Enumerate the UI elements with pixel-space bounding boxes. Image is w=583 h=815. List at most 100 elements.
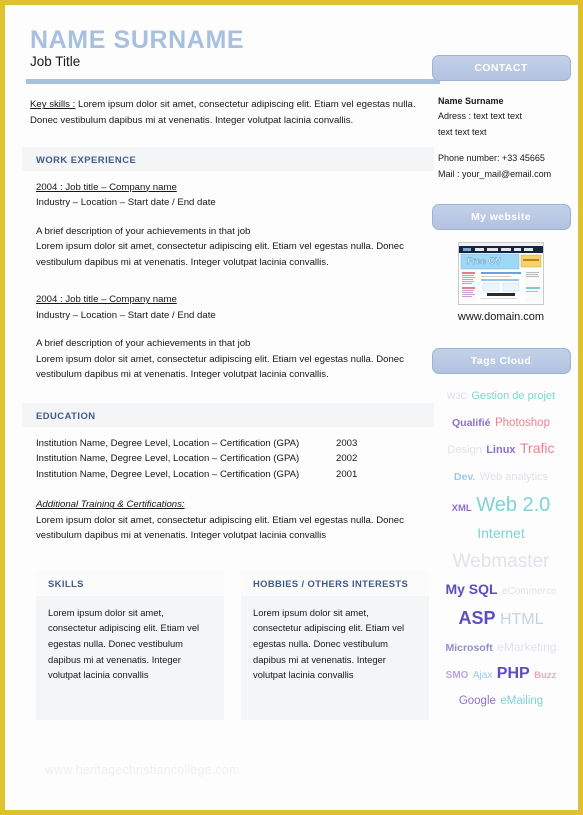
education-institution: Institution Name, Degree Level, Location… xyxy=(36,437,300,449)
work-entry: 2004 : Job title – Company name Industry… xyxy=(36,180,420,271)
tag-item[interactable]: HTML xyxy=(500,611,544,628)
website-thumbnail-image[interactable]: Free CV xyxy=(458,242,544,306)
education-row: Institution Name, Degree Level, Location… xyxy=(36,436,420,452)
tag-item[interactable]: SMO xyxy=(446,670,469,681)
tag-item[interactable]: Web analytics xyxy=(480,471,548,483)
tag-item[interactable]: Dev. xyxy=(454,471,475,483)
key-skills-paragraph: Key skills : Lorem ipsum dolor sit amet,… xyxy=(30,97,430,128)
tag-item[interactable]: ASP xyxy=(458,608,495,628)
work-entry-spacer xyxy=(36,270,420,292)
tag-row: My SQL eCommerce xyxy=(433,582,569,599)
tag-item[interactable]: Web 2.0 xyxy=(476,494,550,516)
page-title: NAME SURNAME xyxy=(30,26,245,54)
work-entry-desc-line1: A brief description of your achievements… xyxy=(36,225,251,237)
skills-box-title: SKILLS xyxy=(36,569,224,596)
tag-row: W3C Gestion de projet xyxy=(433,387,569,404)
tag-item[interactable]: Microsoft xyxy=(445,642,492,654)
contact-phone: Phone number: +33 45665 xyxy=(438,153,545,164)
work-entry-head: 2004 : Job title – Company name xyxy=(36,294,177,306)
education-title: EDUCATION xyxy=(36,409,96,421)
header-divider xyxy=(26,79,440,85)
main-content-column: NAME SURNAME Job Title Key skills : Lore… xyxy=(10,5,444,810)
tag-row: Webmaster xyxy=(433,552,569,572)
tag-item[interactable]: My SQL xyxy=(445,581,497,597)
website-thumbnail-wrap[interactable]: Free CV www.domain.com xyxy=(429,242,573,323)
cv-page: NAME SURNAME Job Title Key skills : Lore… xyxy=(0,0,583,815)
contact-mail: Mail : your_mail@email.com xyxy=(438,168,552,179)
additional-training-title: Additional Training & Certifications: xyxy=(36,499,185,511)
tags-cloud-block: Tags Cloud W3C Gestion de projet Qualifié… xyxy=(429,348,573,709)
website-domain[interactable]: www.domain.com xyxy=(429,311,573,323)
education-body: Institution Name, Degree Level, Location… xyxy=(22,427,434,546)
tag-item[interactable]: Qualifié xyxy=(452,417,491,429)
tag-row: Design Linux Trafic xyxy=(433,441,569,458)
work-entry-desc-line2: Lorem ipsum dolor sit amet, consectetur … xyxy=(36,353,404,381)
tag-row: Internet xyxy=(433,525,569,543)
work-entry-desc-line1: A brief description of your achievements… xyxy=(36,338,251,350)
education-row: Institution Name, Degree Level, Location… xyxy=(36,467,420,483)
additional-training-body: Lorem ipsum dolor sit amet, consectetur … xyxy=(36,514,404,542)
tag-item[interactable]: Buzz xyxy=(534,670,556,681)
tag-item[interactable]: Linux xyxy=(486,444,515,456)
tag-item[interactable]: W3C xyxy=(447,391,467,401)
tag-item[interactable]: Google xyxy=(459,695,496,707)
contact-name: Name Surname xyxy=(438,96,504,106)
education-header: EDUCATION xyxy=(22,402,434,427)
hobbies-box-title: HOBBIES / OTHERS INTERESTS xyxy=(241,569,429,596)
tag-item[interactable]: Webmaster xyxy=(453,551,550,572)
tag-item[interactable]: Gestion de projet xyxy=(471,390,555,403)
hobbies-box: HOBBIES / OTHERS INTERESTS Lorem ipsum d… xyxy=(241,569,429,720)
contact-header: CONTACT xyxy=(431,55,571,81)
skills-box-body: Lorem ipsum dolor sit amet, consectetur … xyxy=(48,606,200,681)
tags-cloud: W3C Gestion de projet Qualifié Photoshop D… xyxy=(429,387,573,709)
website-header: My website xyxy=(431,204,571,231)
tag-row: Microsoft eMarketing xyxy=(433,639,569,656)
tag-row: Google eMailing xyxy=(433,692,569,709)
work-entry-desc-line2: Lorem ipsum dolor sit amet, consectetur … xyxy=(36,241,404,268)
education-year: 2003 xyxy=(336,437,358,449)
work-experience-header: WORK EXPERIENCE xyxy=(22,146,434,171)
tag-row: XML Web 2.0 xyxy=(433,494,569,516)
tag-item[interactable]: Trafic xyxy=(520,440,554,456)
work-entry: 2004 : Job title – Company name Industry… xyxy=(36,292,420,383)
tag-row: ASP HTML xyxy=(433,609,569,629)
contact-spacer xyxy=(438,140,569,151)
job-title: Job Title xyxy=(30,54,81,70)
tag-item[interactable]: Design xyxy=(448,444,482,456)
contact-address-line1: Adress : text text text xyxy=(438,111,523,122)
tag-item[interactable]: eMarketing xyxy=(497,640,556,654)
hobbies-box-body: Lorem ipsum dolor sit amet, consectetur … xyxy=(253,606,405,681)
website-preview-icon: Free CV xyxy=(459,243,543,305)
tag-item[interactable]: Photoshop xyxy=(495,417,550,429)
work-experience-title: WORK EXPERIENCE xyxy=(36,153,137,165)
work-entry-sub: Industry – Location – Start date / End d… xyxy=(36,309,216,321)
website-block: My website Free CV www.domain.com xyxy=(429,204,573,323)
education-year: 2001 xyxy=(336,468,358,480)
education-institution: Institution Name, Degree Level, Location… xyxy=(36,453,300,465)
tag-row: Qualifié Photoshop xyxy=(433,414,569,431)
tag-item[interactable]: Internet xyxy=(477,525,524,541)
contact-address-line2: text text text xyxy=(438,126,487,137)
key-skills-text: Lorem ipsum dolor sit amet, consectetur … xyxy=(30,99,416,126)
tag-row: Dev. Web analytics xyxy=(433,468,569,485)
education-institution: Institution Name, Degree Level, Location… xyxy=(36,468,300,480)
tag-item[interactable]: XML xyxy=(452,503,472,514)
key-skills-label: Key skills : xyxy=(30,99,76,111)
watermark: www.heritagechristiancollege.com xyxy=(45,763,240,777)
work-entry-head: 2004 : Job title – Company name xyxy=(36,181,177,193)
education-row: Institution Name, Degree Level, Location… xyxy=(36,451,420,467)
contact-info: Name Surname Adress : text text text tex… xyxy=(429,81,573,182)
bottom-boxes: SKILLS Lorem ipsum dolor sit amet, conse… xyxy=(22,569,434,720)
tag-item[interactable]: Ajax xyxy=(473,670,492,681)
tag-row: SMO Ajax PHP Buzz xyxy=(433,665,569,683)
work-experience-body: 2004 : Job title – Company name Industry… xyxy=(22,171,434,385)
tag-item[interactable]: eMailing xyxy=(500,695,543,707)
cv-header: NAME SURNAME Job Title xyxy=(22,27,434,70)
tag-item[interactable]: PHP xyxy=(497,665,530,682)
svg-text:Free CV: Free CV xyxy=(467,256,501,266)
education-year: 2002 xyxy=(336,453,358,465)
tag-item[interactable]: eCommerce xyxy=(502,586,556,598)
tags-cloud-header: Tags Cloud xyxy=(431,348,571,375)
work-entry-sub: Industry – Location – Start date / End d… xyxy=(36,197,216,209)
sidebar: CONTACT Name Surname Adress : text text … xyxy=(429,5,573,810)
